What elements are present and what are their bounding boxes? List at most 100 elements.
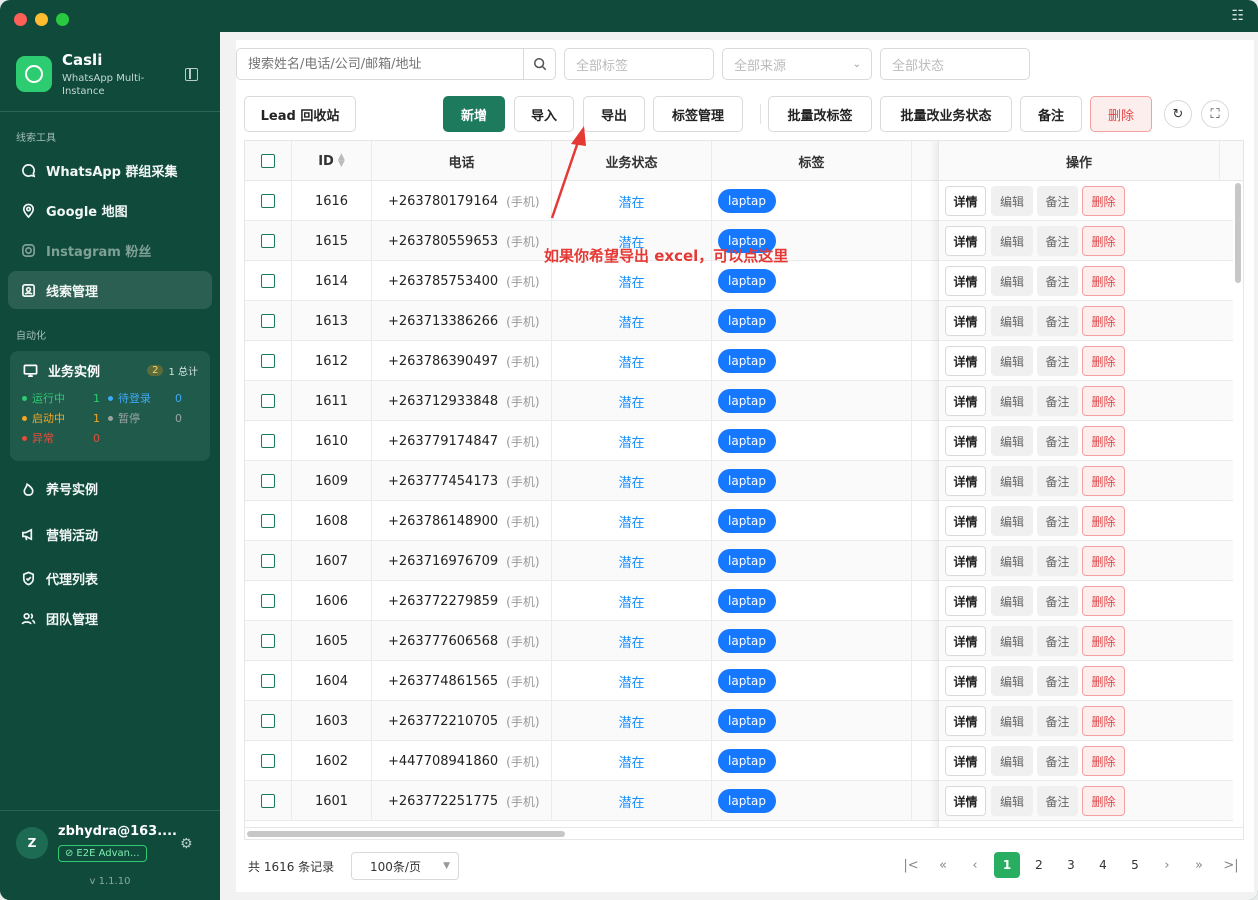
refresh-icon[interactable]: ↻ (1164, 100, 1192, 128)
tag-badge: laptap (718, 789, 776, 813)
sidebar-item-google-maps[interactable]: Google 地图 (8, 191, 212, 229)
phone-cell: +447708941860 (手机) (372, 741, 552, 781)
flame-icon (20, 480, 36, 496)
stat-error: 异常 0 (22, 430, 108, 446)
row-checkbox[interactable] (261, 634, 275, 648)
row-select-cell (245, 461, 292, 501)
sidebar-item-proxies[interactable]: 代理列表 (8, 559, 212, 597)
row-checkbox[interactable] (261, 194, 275, 208)
tag-filter-select[interactable]: 全部标签 (564, 48, 714, 80)
page-button[interactable]: 2 (1026, 852, 1052, 878)
phone-number: +263777606568 (388, 633, 499, 649)
status-filter-select[interactable]: 全部状态 (880, 48, 1030, 80)
tag-badge: laptap (718, 509, 776, 533)
close-window-button[interactable] (14, 13, 27, 26)
sidebar-item-team[interactable]: 团队管理 (8, 599, 212, 637)
batch-tag-button[interactable]: 批量改标签 (768, 96, 872, 132)
instagram-icon (20, 242, 36, 258)
contacts-icon (20, 282, 36, 298)
row-checkbox[interactable] (261, 714, 275, 728)
sidebar-item-label: WhatsApp 群组采集 (46, 164, 178, 180)
blank-cell (912, 661, 939, 701)
divider (0, 810, 220, 811)
row-checkbox[interactable] (261, 394, 275, 408)
tag-badge: laptap (718, 709, 776, 733)
sort-icon[interactable]: ▲ ▼ (338, 153, 345, 169)
tag-badge: laptap (718, 669, 776, 693)
filter-bar: 全部标签 全部来源⌄ 全部状态 (236, 48, 1030, 80)
maximize-window-button[interactable] (56, 13, 69, 26)
id-cell: 1612 (292, 341, 372, 381)
phone-cell: +263780559653 (手机) (372, 221, 552, 261)
delete-button[interactable]: 删除 (1090, 96, 1152, 132)
row-checkbox[interactable] (261, 754, 275, 768)
sidebar-collapse-icon[interactable] (185, 68, 198, 81)
horizontal-scrollbar[interactable] (245, 827, 1243, 839)
row-checkbox[interactable] (261, 354, 275, 368)
sidebar-item-nurture[interactable]: 养号实例 (8, 469, 212, 507)
phone-cell: +263772279859 (手机) (372, 581, 552, 621)
sidebar-item-label: 养号实例 (46, 482, 99, 498)
page-button[interactable]: 4 (1090, 852, 1116, 878)
prev-page-icon[interactable]: ‹ (962, 852, 988, 878)
phone-type: (手机) (506, 794, 540, 809)
row-checkbox[interactable] (261, 434, 275, 448)
stat-pending-login: 待登录 0 (108, 390, 190, 406)
gear-icon[interactable]: ⚙ (180, 836, 193, 852)
next-5-icon[interactable]: » (1186, 852, 1212, 878)
status-cell: 潜在 (552, 741, 712, 781)
blank-cell (912, 381, 939, 421)
batch-status-button[interactable]: 批量改业务状态 (880, 96, 1012, 132)
source-filter-select[interactable]: 全部来源 ⌄ (722, 48, 872, 80)
first-page-icon[interactable]: |< (898, 852, 924, 878)
search-icon[interactable] (523, 49, 555, 79)
row-checkbox[interactable] (261, 474, 275, 488)
next-page-icon[interactable]: › (1154, 852, 1180, 878)
sidebar: Casli WhatsApp Multi-Instance 线索工具 Whats… (0, 32, 220, 900)
row-checkbox[interactable] (261, 234, 275, 248)
phone-type: (手机) (506, 234, 540, 249)
row-checkbox[interactable] (261, 554, 275, 568)
vertical-scrollbar[interactable] (1233, 181, 1243, 826)
tag-manage-button[interactable]: 标签管理 (653, 96, 743, 132)
phone-number: +263785753400 (388, 273, 499, 289)
fullscreen-icon[interactable]: ⛶ (1201, 100, 1229, 128)
sidebar-item-instagram[interactable]: Instagram 粉丝 (8, 231, 212, 269)
sidebar-item-label: 线索管理 (46, 284, 99, 300)
add-button[interactable]: 新增 (443, 96, 505, 132)
prev-5-icon[interactable]: « (930, 852, 956, 878)
business-instances-card[interactable]: 业务实例 2 1 总计 运行中 1 待登录 0 启动中 1 暂停 0 异常 0 (10, 351, 210, 461)
tag-badge: laptap (718, 749, 776, 773)
page-button[interactable]: 3 (1058, 852, 1084, 878)
row-checkbox[interactable] (261, 314, 275, 328)
row-checkbox[interactable] (261, 594, 275, 608)
status-text: 潜在 (618, 355, 645, 371)
recycle-bin-button[interactable]: Lead 回收站 (244, 96, 356, 132)
select-all-checkbox[interactable] (261, 154, 275, 168)
id-cell: 1608 (292, 501, 372, 541)
tag-cell: laptap (712, 461, 912, 501)
tag-badge: laptap (718, 469, 776, 493)
id-cell: 1602 (292, 741, 372, 781)
page-button[interactable]: 5 (1122, 852, 1148, 878)
pagination-bar: 共 1616 条记录 100条/页 ▼ |< « ‹ 1 2 3 4 5 › » … (244, 852, 1244, 882)
sidebar-item-lead-management[interactable]: 线索管理 (8, 271, 212, 309)
phone-type: (手机) (506, 354, 540, 369)
row-checkbox[interactable] (261, 514, 275, 528)
page-size-select[interactable]: 100条/页 ▼ (351, 852, 459, 880)
minimize-window-button[interactable] (35, 13, 48, 26)
row-checkbox[interactable] (261, 794, 275, 808)
sidebar-item-campaigns[interactable]: 营销活动 (8, 515, 212, 553)
row-select-cell (245, 221, 292, 261)
last-page-icon[interactable]: >| (1218, 852, 1244, 878)
tag-badge: laptap (718, 269, 776, 293)
checklist-icon[interactable]: ☷ (1231, 8, 1244, 24)
avatar[interactable]: Z (16, 827, 48, 859)
note-button[interactable]: 备注 (1020, 96, 1082, 132)
column-header-id[interactable]: ID ▲ ▼ (292, 141, 372, 181)
row-checkbox[interactable] (261, 274, 275, 288)
page-button[interactable]: 1 (994, 852, 1020, 878)
row-checkbox[interactable] (261, 674, 275, 688)
search-input[interactable] (237, 49, 523, 79)
sidebar-item-whatsapp-groups[interactable]: WhatsApp 群组采集 (8, 151, 212, 189)
